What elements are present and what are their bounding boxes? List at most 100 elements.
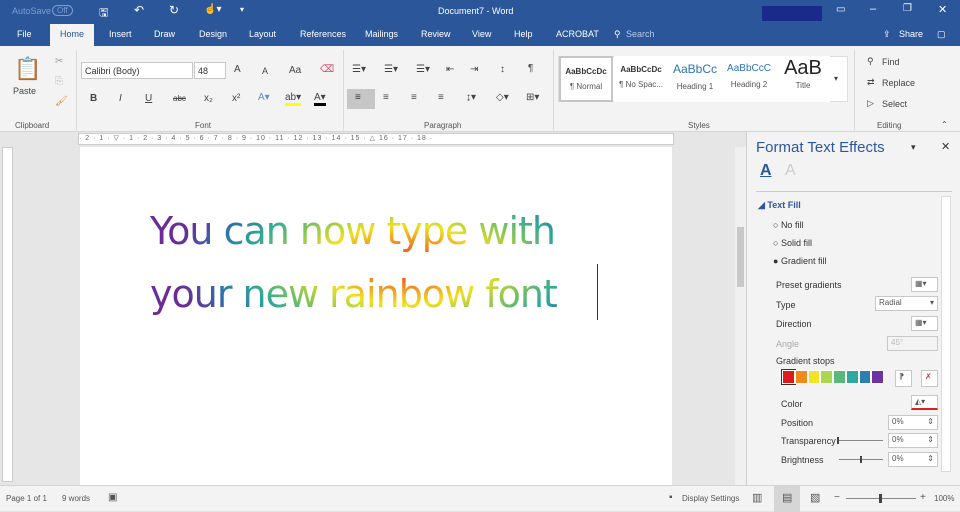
gradient-fill-radio[interactable]: ● Gradient fill (773, 256, 826, 266)
solid-fill-radio[interactable]: ○ Solid fill (773, 238, 812, 248)
save-icon[interactable]: 🖫 (99, 4, 108, 23)
gradient-stop[interactable] (781, 369, 796, 385)
paste-icon[interactable]: 📋 (14, 56, 41, 82)
line-spacing-icon[interactable]: ↨▾ (466, 92, 476, 103)
preset-gradients-dropdown[interactable]: ▦▾ (911, 277, 938, 292)
position-input[interactable]: 0% ⇕ (888, 415, 938, 430)
transparency-slider[interactable] (837, 437, 883, 444)
pane-options-icon[interactable]: ▾ (911, 142, 916, 153)
zoom-slider[interactable] (846, 494, 916, 503)
autosave-toggle[interactable]: Off (52, 5, 73, 16)
underline-button[interactable]: U (145, 93, 152, 104)
read-mode-icon[interactable]: ▥ (752, 491, 762, 504)
horizontal-ruler[interactable]: · 2 · 1 · ▽ · 1 · 2 · 3 · 4 · 5 · 6 · 7 … (78, 133, 674, 145)
minimize-icon[interactable]: – (870, 3, 876, 15)
bullets-icon[interactable]: ☰▾ (352, 64, 366, 75)
find-button[interactable]: Find (882, 57, 900, 67)
remove-stop-icon[interactable]: ✗ (921, 370, 938, 387)
text-effects-icon[interactable]: A (785, 162, 796, 180)
style-normal[interactable]: AaBbCcDc ¶ Normal (559, 56, 613, 102)
undo-icon[interactable]: ↶ (134, 3, 144, 17)
share-button[interactable]: Share (899, 29, 923, 39)
add-stop-icon[interactable]: ⁋ (895, 370, 912, 387)
page-count[interactable]: Page 1 of 1 (6, 494, 47, 503)
tab-design[interactable]: Design (199, 29, 227, 39)
format-painter-icon[interactable]: 🖌 (55, 96, 68, 107)
italic-button[interactable]: I (119, 93, 122, 104)
print-layout-button[interactable]: ▤ (774, 486, 800, 512)
decrease-indent-icon[interactable]: ⇤ (446, 64, 454, 75)
collapse-ribbon-icon[interactable]: ⌃ (941, 120, 948, 129)
font-color-icon[interactable]: A▾ (314, 92, 326, 106)
search-box[interactable]: Search (626, 29, 655, 39)
document-scrollbar[interactable] (735, 147, 746, 485)
style-heading-2[interactable]: AaBbCcC Heading 2 (722, 56, 776, 102)
sort-icon[interactable]: ↕ (500, 64, 505, 75)
align-left-button[interactable]: ≡ (347, 89, 375, 109)
text-line[interactable]: You can now type with (150, 200, 610, 263)
superscript-button[interactable]: x² (232, 93, 240, 104)
styles-more-icon[interactable]: ▾ (834, 74, 838, 83)
text-fill-section[interactable]: ◢ Text Fill (758, 200, 801, 211)
proofing-icon[interactable]: ▣ (108, 492, 117, 503)
align-center-icon[interactable]: ≡ (383, 92, 389, 103)
word-count[interactable]: 9 words (62, 494, 90, 503)
gradient-stop[interactable] (820, 370, 833, 384)
restore-icon[interactable]: ❐ (903, 3, 912, 14)
shrink-font-button[interactable]: A (262, 66, 268, 76)
cut-icon[interactable]: ✂ (55, 56, 63, 67)
gradient-stop[interactable] (807, 370, 821, 384)
document-text[interactable]: You can now type with your new rainbow f… (150, 200, 610, 326)
angle-input[interactable]: 45° (887, 336, 938, 351)
select-button[interactable]: Select (882, 99, 907, 109)
zoom-in-button[interactable]: + (920, 492, 926, 503)
change-case-button[interactable]: Aa (289, 65, 301, 76)
pane-scrollbar[interactable] (941, 196, 951, 472)
gradient-stop[interactable] (794, 370, 808, 384)
text-effects-icon[interactable]: A▾ (258, 92, 270, 103)
share-icon[interactable]: ⇪ (883, 29, 891, 40)
tab-view[interactable]: View (472, 29, 491, 39)
text-line[interactable]: your new rainbow font (150, 263, 610, 326)
tab-file[interactable]: File (17, 29, 32, 39)
numbering-icon[interactable]: ☰▾ (384, 64, 398, 75)
multilevel-list-icon[interactable]: ☰▾ (416, 64, 430, 75)
replace-button[interactable]: Replace (882, 78, 915, 88)
tab-references[interactable]: References (300, 29, 346, 39)
tab-insert[interactable]: Insert (109, 29, 132, 39)
style-no-spacing[interactable]: AaBbCcDc ¶ No Spac... (614, 56, 668, 102)
replace-icon[interactable]: ⇄ (867, 77, 875, 88)
web-layout-icon[interactable]: ▧ (810, 491, 820, 504)
subscript-button[interactable]: x₂ (204, 93, 213, 104)
borders-icon[interactable]: ⊞▾ (526, 92, 539, 103)
show-marks-icon[interactable]: ¶ (528, 63, 533, 74)
tab-home[interactable]: Home (50, 24, 95, 46)
pane-close-icon[interactable]: ✕ (941, 140, 950, 153)
direction-dropdown[interactable]: ▦▾ (911, 316, 938, 331)
paste-button[interactable]: Paste (13, 86, 36, 96)
search-icon[interactable]: ⚲ (614, 29, 621, 40)
touch-mode-icon[interactable]: ☝▾ (204, 4, 221, 15)
type-dropdown[interactable]: Radial ▾ (875, 296, 938, 311)
customize-qat-icon[interactable]: ▾ (240, 5, 244, 14)
justify-icon[interactable]: ≡ (438, 92, 444, 103)
zoom-out-button[interactable]: − (834, 492, 840, 503)
tab-review[interactable]: Review (421, 29, 451, 39)
text-fill-outline-icon[interactable]: A (760, 162, 772, 180)
ribbon-display-icon[interactable]: ▭ (836, 4, 845, 15)
no-fill-radio[interactable]: ○ No fill (773, 220, 803, 230)
gradient-stops-bar[interactable] (781, 369, 884, 385)
gradient-stop[interactable] (833, 370, 846, 384)
gradient-stop[interactable] (845, 370, 859, 384)
find-icon[interactable]: ⚲ (867, 56, 874, 67)
align-right-icon[interactable]: ≡ (411, 92, 417, 103)
highlight-icon[interactable]: ab▾ (285, 92, 302, 106)
comments-icon[interactable]: ▢ (937, 29, 946, 40)
style-title[interactable]: AaB Title (776, 56, 830, 102)
transparency-input[interactable]: 0% ⇕ (888, 433, 938, 448)
brightness-input[interactable]: 0% ⇕ (888, 452, 938, 467)
vertical-ruler[interactable] (2, 147, 13, 482)
color-picker-button[interactable]: ◭▾ (911, 395, 938, 410)
redo-icon[interactable]: ↻ (169, 3, 179, 17)
tab-mailings[interactable]: Mailings (365, 29, 398, 39)
